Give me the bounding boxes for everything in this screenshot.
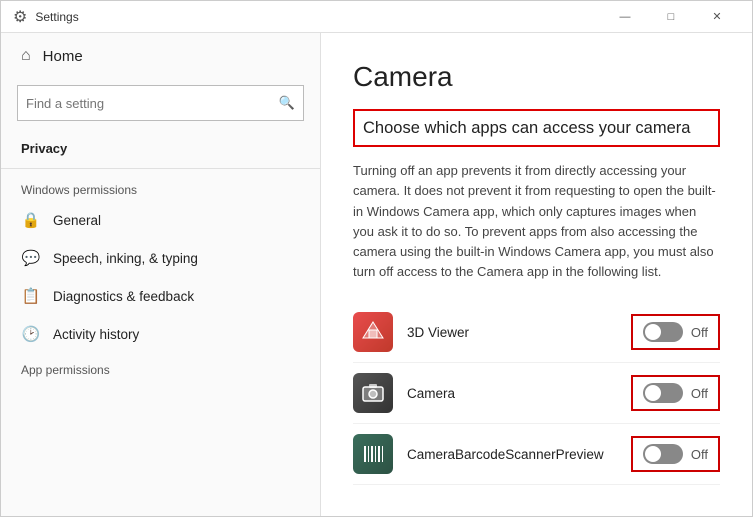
barcode-icon xyxy=(353,434,393,474)
toggle-knob-barcode xyxy=(645,446,661,462)
content-area: ⌂ Home 🔍 Privacy Windows permissions 🔒 G… xyxy=(1,33,752,516)
toggle-knob-camera xyxy=(645,385,661,401)
toggle-area-3dviewer: Off xyxy=(631,314,720,350)
windows-permissions-label: Windows permissions xyxy=(1,173,320,201)
camera-app-icon xyxy=(353,373,393,413)
settings-icon: ⚙ xyxy=(13,7,27,27)
diagnostics-label: Diagnostics & feedback xyxy=(53,289,194,304)
toggle-area-barcode: Off xyxy=(631,436,720,472)
general-icon: 🔒 xyxy=(21,211,41,229)
app-list: 3D Viewer Off xyxy=(353,302,720,485)
search-box: 🔍 xyxy=(17,85,304,121)
table-row: 3D Viewer Off xyxy=(353,302,720,363)
search-box-wrapper: 🔍 xyxy=(1,79,320,133)
sidebar: ⌂ Home 🔍 Privacy Windows permissions 🔒 G… xyxy=(1,33,321,516)
window-title: Settings xyxy=(35,10,78,24)
settings-window: ⚙ Settings — □ ✕ ⌂ Home 🔍 Pr xyxy=(0,0,753,517)
activity-label: Activity history xyxy=(53,327,139,342)
speech-label: Speech, inking, & typing xyxy=(53,251,198,266)
diagnostics-icon: 📋 xyxy=(21,287,41,305)
divider-1 xyxy=(1,168,320,169)
close-button[interactable]: ✕ xyxy=(694,1,740,33)
app-name-camera: Camera xyxy=(407,386,631,401)
maximize-button[interactable]: □ xyxy=(648,1,694,33)
3dviewer-icon xyxy=(353,312,393,352)
app-name-3dviewer: 3D Viewer xyxy=(407,325,631,340)
sidebar-item-speech[interactable]: 💬 Speech, inking, & typing xyxy=(1,239,320,277)
title-bar: ⚙ Settings — □ ✕ xyxy=(1,1,752,33)
section-heading-box: Choose which apps can access your camera xyxy=(353,109,720,147)
home-label: Home xyxy=(43,48,83,65)
toggle-label-3dviewer: Off xyxy=(691,325,708,340)
home-icon: ⌂ xyxy=(21,47,31,65)
minimize-button[interactable]: — xyxy=(602,1,648,33)
section-heading: Choose which apps can access your camera xyxy=(363,117,710,139)
table-row: CameraBarcodeScannerPreview Off xyxy=(353,424,720,485)
speech-icon: 💬 xyxy=(21,249,41,267)
search-input[interactable] xyxy=(26,96,273,111)
privacy-heading: Privacy xyxy=(1,133,320,164)
app-name-barcode: CameraBarcodeScannerPreview xyxy=(407,447,631,462)
title-bar-left: ⚙ Settings xyxy=(13,7,79,27)
sidebar-item-home[interactable]: ⌂ Home xyxy=(1,33,320,79)
page-title: Camera xyxy=(353,61,720,93)
toggle-area-camera: Off xyxy=(631,375,720,411)
main-content: Camera Choose which apps can access your… xyxy=(321,33,752,516)
app-permissions-label: App permissions xyxy=(1,353,320,381)
sidebar-item-activity[interactable]: 🕑 Activity history xyxy=(1,315,320,353)
toggle-knob-3dviewer xyxy=(645,324,661,340)
toggle-label-camera: Off xyxy=(691,386,708,401)
toggle-camera[interactable] xyxy=(643,383,683,403)
toggle-label-barcode: Off xyxy=(691,447,708,462)
search-icon: 🔍 xyxy=(279,95,295,111)
window-controls: — □ ✕ xyxy=(602,1,740,33)
toggle-barcode[interactable] xyxy=(643,444,683,464)
sidebar-item-general[interactable]: 🔒 General xyxy=(1,201,320,239)
description-text: Turning off an app prevents it from dire… xyxy=(353,161,720,282)
activity-icon: 🕑 xyxy=(21,325,41,343)
sidebar-item-diagnostics[interactable]: 📋 Diagnostics & feedback xyxy=(1,277,320,315)
table-row: Camera Off xyxy=(353,363,720,424)
toggle-3dviewer[interactable] xyxy=(643,322,683,342)
general-label: General xyxy=(53,213,101,228)
